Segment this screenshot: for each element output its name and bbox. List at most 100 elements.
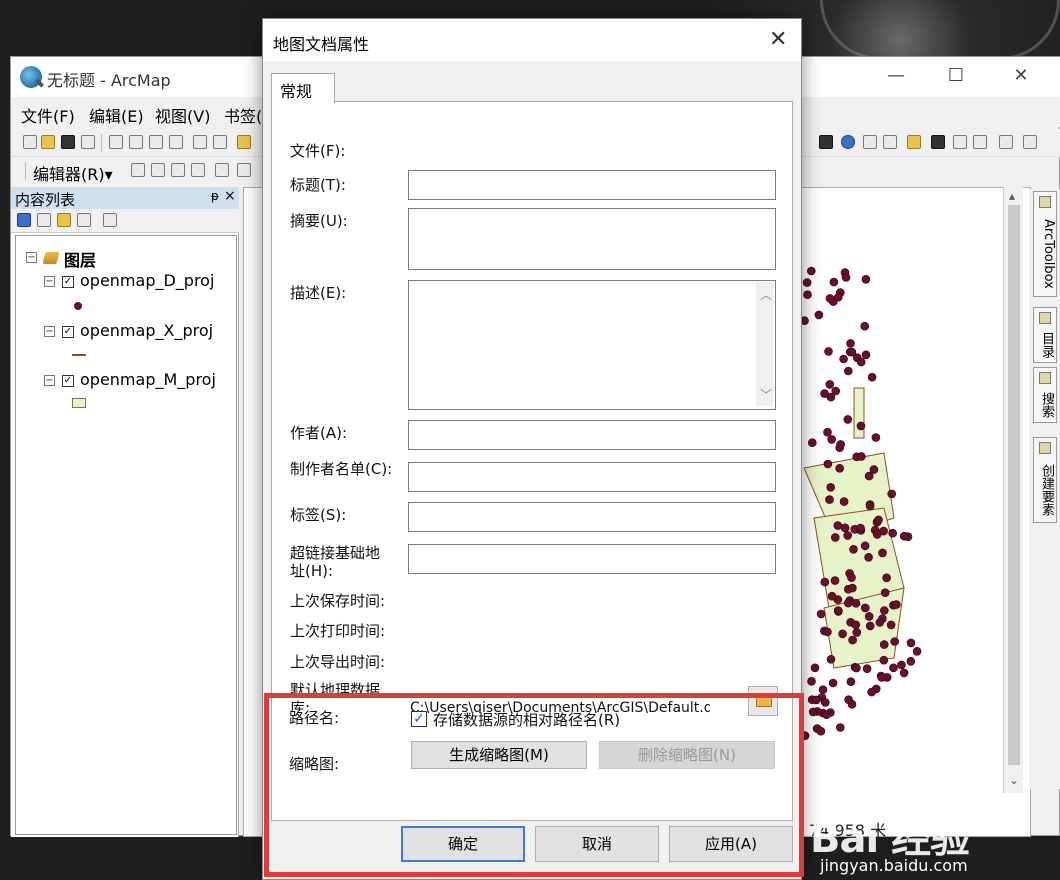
map-point bbox=[823, 459, 833, 469]
menu-bookmarks[interactable]: 书签( bbox=[224, 103, 262, 127]
menu-edit[interactable]: 编辑(E) bbox=[89, 103, 144, 127]
scrollbar-thumb[interactable] bbox=[1008, 205, 1020, 765]
open-icon[interactable] bbox=[41, 135, 55, 149]
go-to-xy-icon[interactable] bbox=[973, 135, 987, 149]
collapse-icon[interactable]: − bbox=[44, 276, 55, 287]
list-by-drawing-order-icon[interactable] bbox=[17, 213, 31, 227]
menu-file[interactable]: 文件(F) bbox=[21, 103, 75, 127]
list-by-selection-icon[interactable] bbox=[77, 213, 91, 227]
maximize-icon[interactable]: ☐ bbox=[941, 65, 971, 86]
sketch-tool-icon[interactable] bbox=[215, 163, 229, 177]
add-data-icon[interactable] bbox=[237, 135, 251, 149]
collapse-icon[interactable]: − bbox=[26, 252, 37, 263]
toc-close-icon[interactable]: × bbox=[224, 188, 236, 204]
author-field[interactable] bbox=[408, 420, 776, 450]
trace-icon[interactable] bbox=[191, 163, 205, 177]
map-point bbox=[867, 687, 876, 697]
map-point bbox=[838, 629, 847, 639]
map-point bbox=[887, 489, 897, 499]
layers-root-label[interactable]: 图层 bbox=[64, 247, 96, 271]
collapse-icon[interactable]: − bbox=[44, 375, 55, 386]
point-symbol-icon[interactable] bbox=[74, 302, 82, 310]
side-tab-create-features[interactable]: 创建要素 bbox=[1033, 437, 1057, 523]
html-popup-icon[interactable] bbox=[883, 135, 897, 149]
cancel-button[interactable]: 取消 bbox=[535, 826, 659, 862]
delete-thumbnail-button[interactable]: 删除缩略图(N) bbox=[599, 741, 775, 769]
hyperlink-base-field[interactable] bbox=[408, 544, 776, 574]
side-tab-catalog[interactable]: 目录 bbox=[1033, 307, 1057, 363]
find-icon[interactable] bbox=[931, 135, 945, 149]
straight-segment-icon[interactable] bbox=[171, 163, 185, 177]
background-ornament bbox=[820, 0, 1060, 60]
select-elements-icon[interactable] bbox=[819, 135, 833, 149]
search-icon bbox=[1039, 372, 1051, 384]
map-point bbox=[826, 654, 836, 664]
layer-name[interactable]: openmap_D_proj bbox=[80, 271, 214, 290]
scroll-down-icon[interactable]: ﹀ bbox=[760, 386, 772, 403]
time-slider-icon[interactable] bbox=[999, 135, 1013, 149]
map-point bbox=[807, 438, 817, 447]
polygon-symbol-icon[interactable] bbox=[72, 398, 86, 408]
apply-button[interactable]: 应用(A) bbox=[669, 826, 793, 862]
relative-paths-checkbox[interactable]: ✓ bbox=[411, 711, 427, 727]
minimize-icon[interactable]: — bbox=[881, 65, 911, 86]
create-viewer-icon[interactable] bbox=[1023, 135, 1037, 149]
side-tab-search[interactable]: 搜索 bbox=[1033, 367, 1057, 423]
map-point bbox=[830, 533, 840, 542]
make-thumbnail-button[interactable]: 生成缩略图(M) bbox=[411, 741, 587, 769]
delete-icon[interactable] bbox=[169, 135, 183, 149]
layer-visibility-checkbox[interactable]: ✓ bbox=[62, 276, 74, 288]
split-tool-icon[interactable] bbox=[237, 163, 251, 177]
tab-general[interactable]: 常规 bbox=[271, 73, 335, 103]
description-field[interactable]: ︿ ﹀ bbox=[408, 280, 776, 410]
menu-view[interactable]: 视图(V) bbox=[155, 103, 210, 127]
edit-annotation-icon[interactable] bbox=[151, 163, 165, 177]
measure-icon[interactable] bbox=[907, 135, 921, 149]
pin-icon[interactable]: ᵽ bbox=[211, 189, 219, 203]
line-symbol-icon[interactable] bbox=[72, 354, 86, 356]
save-icon[interactable] bbox=[61, 135, 75, 149]
map-point bbox=[823, 627, 832, 637]
layers-icon bbox=[42, 252, 60, 264]
title-field[interactable] bbox=[408, 170, 776, 200]
map-point bbox=[833, 521, 843, 530]
options-icon[interactable] bbox=[103, 213, 117, 227]
print-icon[interactable] bbox=[81, 135, 95, 149]
redo-icon[interactable] bbox=[213, 135, 227, 149]
dialog-close-icon[interactable]: ✕ bbox=[769, 27, 787, 52]
description-scrollbar[interactable]: ︿ ﹀ bbox=[756, 282, 774, 406]
layer-name[interactable]: openmap_M_proj bbox=[80, 370, 216, 389]
list-by-source-icon[interactable] bbox=[37, 213, 51, 227]
ok-button[interactable]: 确定 bbox=[401, 826, 525, 862]
scroll-up-icon[interactable]: ▴ bbox=[1009, 189, 1015, 203]
thumbnail-label: 缩略图: bbox=[289, 755, 340, 773]
relative-paths-label[interactable]: 存储数据源的相对路径名(R) bbox=[433, 711, 620, 729]
collapse-icon[interactable]: − bbox=[44, 326, 55, 337]
edit-tool-icon[interactable] bbox=[131, 163, 145, 177]
new-document-icon[interactable] bbox=[23, 135, 37, 149]
dialog-titlebar: 地图文档属性 ✕ bbox=[263, 19, 801, 61]
hyperlink-icon[interactable] bbox=[863, 135, 877, 149]
paste-icon[interactable] bbox=[149, 135, 163, 149]
undo-icon[interactable] bbox=[193, 135, 207, 149]
layer-visibility-checkbox[interactable]: ✓ bbox=[62, 375, 74, 387]
map-point bbox=[833, 606, 843, 615]
summary-field[interactable] bbox=[408, 208, 776, 270]
close-window-icon[interactable]: ✕ bbox=[1006, 65, 1036, 86]
side-tab-arctoolbox[interactable]: ArcToolbox bbox=[1033, 191, 1057, 297]
list-by-visibility-icon[interactable] bbox=[57, 213, 71, 227]
find-route-icon[interactable] bbox=[953, 135, 967, 149]
map-vertical-scrollbar[interactable]: ▴ ⌄ bbox=[1003, 187, 1023, 793]
tags-field[interactable] bbox=[408, 502, 776, 532]
scroll-up-icon[interactable]: ︿ bbox=[760, 286, 772, 303]
layer-name[interactable]: openmap_X_proj bbox=[80, 321, 213, 340]
map-point bbox=[864, 552, 873, 562]
identify-icon[interactable] bbox=[841, 135, 855, 149]
credits-field[interactable] bbox=[408, 462, 776, 492]
editor-menu[interactable]: 编辑器(R)▾ bbox=[33, 161, 113, 185]
cut-icon[interactable] bbox=[109, 135, 123, 149]
browse-folder-button[interactable] bbox=[748, 686, 778, 716]
copy-icon[interactable] bbox=[129, 135, 143, 149]
layer-visibility-checkbox[interactable]: ✓ bbox=[62, 326, 74, 338]
last-printed-label: 上次打印时间: bbox=[290, 622, 386, 640]
